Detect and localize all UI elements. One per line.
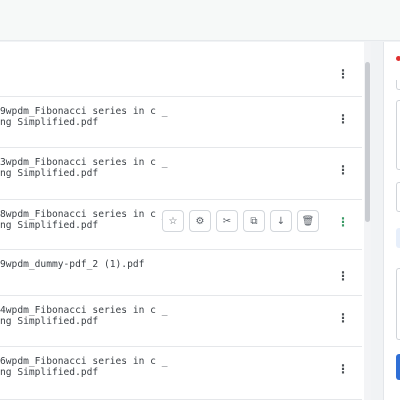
file-row[interactable]: 9wpdm_dummy-pdf_2 (1).pdf ⋮	[0, 250, 362, 296]
file-name: 6wpdm_Fibonacci series in c _ ng Simplif…	[0, 356, 168, 378]
list-scrollbar[interactable]	[364, 42, 371, 400]
more-options-icon[interactable]: ⋮	[337, 164, 349, 176]
star-icon[interactable]: ☆	[162, 210, 184, 232]
file-row[interactable]: 9wpdm_Fibonacci series in c _ ng Simplif…	[0, 97, 362, 148]
panel-box[interactable]	[396, 268, 400, 340]
error-indicator	[396, 56, 400, 61]
more-options-icon[interactable]: ⋮	[337, 68, 349, 80]
scissors-icon[interactable]: ✂	[216, 210, 238, 232]
details-panel	[383, 42, 400, 400]
more-options-icon[interactable]: ⋮	[337, 113, 349, 125]
panel-textarea[interactable]	[396, 100, 400, 170]
trash-icon[interactable]: 🗑	[297, 210, 319, 232]
primary-button[interactable]	[396, 354, 400, 380]
file-name: 3wpdm_Fibonacci series in c _ ng Simplif…	[0, 157, 168, 179]
row-hover-toolbar: ☆ ⚙ ✂ ⧉ ↓ 🗑	[162, 210, 319, 232]
download-icon[interactable]: ↓	[270, 210, 292, 232]
more-options-icon[interactable]: ⋮	[337, 270, 349, 282]
top-toolbar	[0, 0, 400, 41]
scrollbar-thumb[interactable]	[365, 62, 370, 222]
more-options-icon[interactable]: ⋮	[337, 216, 349, 228]
gear-icon[interactable]: ⚙	[189, 210, 211, 232]
more-options-icon[interactable]: ⋮	[337, 312, 349, 324]
panel-chip[interactable]	[396, 228, 400, 248]
panel-field[interactable]	[396, 80, 400, 90]
file-name: 9wpdm_Fibonacci series in c _ ng Simplif…	[0, 106, 168, 128]
file-row[interactable]: ⋮	[0, 42, 362, 97]
file-name: 4wpdm_Fibonacci series in c _ ng Simplif…	[0, 305, 168, 327]
more-options-icon[interactable]: ⋮	[337, 363, 349, 375]
file-row[interactable]: 4wpdm_Fibonacci series in c _ ng Simplif…	[0, 296, 362, 347]
file-row[interactable]: 3wpdm_Fibonacci series in c _ ng Simplif…	[0, 148, 362, 200]
file-row[interactable]: 6wpdm_Fibonacci series in c _ ng Simplif…	[0, 347, 362, 400]
file-name: 9wpdm_dummy-pdf_2 (1).pdf	[0, 259, 145, 270]
file-name: 8wpdm_Fibonacci series in c _ ng Simplif…	[0, 209, 168, 231]
copy-icon[interactable]: ⧉	[243, 210, 265, 232]
panel-input[interactable]	[396, 182, 400, 212]
